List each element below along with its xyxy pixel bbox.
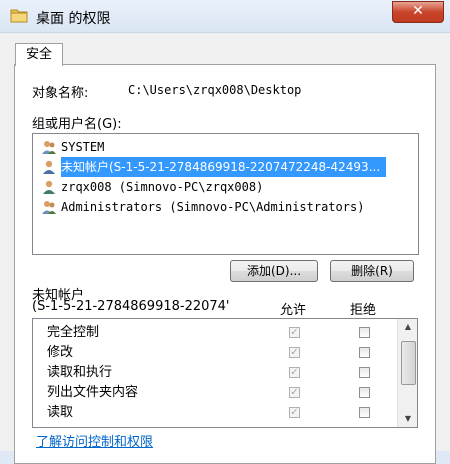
permission-name: 完全控制 [47,325,100,340]
permission-name: 读取和执行 [47,365,113,380]
table-row: 读取和执行 ✓ [33,363,393,383]
access-control-help-link[interactable]: 了解访问控制和权限 [36,431,153,450]
object-name-label: 对象名称: [32,86,89,101]
deny-checkbox[interactable] [359,347,370,358]
table-row: 完全控制 ✓ [33,323,393,343]
list-item[interactable]: SYSTEM [37,137,415,157]
allow-checkbox[interactable]: ✓ [289,327,300,338]
groups-label: 组或用户名(G): [32,117,122,132]
group-user-list[interactable]: SYSTEM 未知帐户(S-1-5-21-2784869918-22074722… [32,133,419,255]
list-item[interactable]: Administrators (Simnovo-PC\Administrator… [37,197,415,217]
permissions-table: 完全控制 ✓ 修改 ✓ 读取和执行 ✓ 列出文件夹内容 ✓ 读取 ✓ ▲ ▼ [32,318,418,428]
tab-security[interactable]: 安全 [15,43,63,66]
allow-column-header: 允许 [280,303,307,318]
folder-icon [10,9,28,23]
user-group-icon [42,201,56,214]
object-name-value: C:\Users\zrqx008\Desktop [128,83,302,97]
deny-checkbox[interactable] [359,367,370,378]
deny-checkbox[interactable] [359,327,370,338]
list-item-label: SYSTEM [61,140,105,154]
title-bar[interactable]: 桌面 的权限 ✕ [0,0,450,33]
permissions-principal-sid: (S-1-5-21-2784869918-22074' [32,299,230,314]
allow-checkbox[interactable]: ✓ [289,347,300,358]
table-row: 读取 ✓ [33,403,393,423]
permission-name: 读取 [47,405,74,420]
deny-column-header: 拒绝 [350,303,377,318]
window-title: 桌面 的权限 [36,11,111,27]
list-item-label: 未知帐户(S-1-5-21-2784869918-2207472248-4249… [61,157,387,177]
close-button[interactable]: ✕ [392,1,444,23]
user-icon [43,180,55,194]
list-item-label: zrqx008 (Simnovo-PC\zrqx008) [61,180,264,194]
permissions-dialog: 桌面 的权限 ✕ 安全 对象名称: C:\Users\zrqx008\Deskt… [0,0,450,464]
list-item-selected[interactable]: 未知帐户(S-1-5-21-2784869918-2207472248-4249… [37,157,415,177]
list-item-label: Administrators (Simnovo-PC\Administrator… [61,200,365,214]
close-icon: ✕ [412,3,424,19]
deny-checkbox[interactable] [359,407,370,418]
allow-checkbox[interactable]: ✓ [289,407,300,418]
unknown-user-icon [43,160,55,174]
deny-checkbox[interactable] [359,387,370,398]
permission-name: 列出文件夹内容 [47,385,139,400]
table-row: 列出文件夹内容 ✓ [33,383,393,403]
user-group-icon [42,141,56,154]
allow-checkbox[interactable]: ✓ [289,367,300,378]
scroll-down-icon[interactable]: ▼ [398,411,417,427]
scroll-thumb[interactable] [401,341,416,385]
allow-checkbox[interactable]: ✓ [289,387,300,398]
permission-name: 修改 [47,345,74,360]
list-item[interactable]: zrqx008 (Simnovo-PC\zrqx008) [37,177,415,197]
remove-button[interactable]: 删除(R) [330,260,414,282]
scroll-up-icon[interactable]: ▲ [398,319,417,335]
add-button[interactable]: 添加(D)... [230,260,318,282]
permissions-scrollbar[interactable]: ▲ ▼ [397,319,417,427]
table-row: 修改 ✓ [33,343,393,363]
